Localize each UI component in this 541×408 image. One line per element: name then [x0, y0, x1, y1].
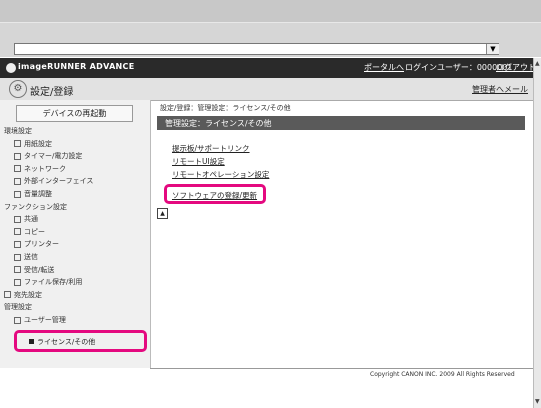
settings-gear-icon: ⚙ [9, 80, 27, 98]
sidebar-bullet-icon [14, 278, 21, 286]
sidebar-item[interactable]: タイマー/電力設定 [14, 151, 82, 161]
logout-link[interactable]: ログアウト [496, 62, 536, 73]
sidebar-item[interactable]: ファンクション設定 [4, 202, 67, 212]
window-titlebar [0, 0, 541, 22]
sidebar-item[interactable]: 管理設定 [4, 302, 32, 312]
portal-link[interactable]: ポータルへ [364, 62, 404, 73]
page-header [0, 78, 533, 101]
sidebar-bullet-icon [14, 316, 21, 324]
breadcrumb: 設定/登録：管理設定：ライセンス/その他 [160, 104, 291, 112]
sidebar-item[interactable]: 宛先設定 [4, 290, 42, 300]
copyright-text: Copyright CANON INC. 2009 All Rights Res… [370, 371, 515, 378]
sidebar-item[interactable]: 外部インターフェイス [14, 176, 93, 186]
restart-device-button[interactable]: デバイスの再起動 [16, 105, 133, 122]
footer-divider [150, 368, 533, 369]
vertical-scrollbar[interactable] [533, 58, 541, 408]
selected-bullet-icon [29, 339, 34, 344]
link-remote-operation-settings[interactable]: リモートオペレーション設定 [172, 169, 269, 180]
sidebar-item-label: 音量調整 [24, 190, 52, 198]
sidebar-item-label: ファンクション設定 [4, 202, 67, 211]
sidebar-item[interactable]: 受信/転送 [14, 265, 54, 275]
mail-admin-link[interactable]: 管理者へメール [472, 84, 528, 95]
sidebar-bullet-icon [14, 228, 21, 236]
scroll-down-icon[interactable]: ▼ [535, 398, 540, 405]
scroll-up-icon[interactable]: ▲ [535, 60, 540, 67]
sidebar-item[interactable]: 用紙設定 [14, 139, 52, 149]
sidebar-bullet-icon [14, 266, 21, 274]
sidebar-item-label: ネットワーク [24, 164, 66, 173]
sidebar-bullet-icon [14, 190, 21, 198]
sidebar-bullet-icon [14, 177, 21, 185]
address-dropdown-icon[interactable]: ▼ [486, 44, 499, 54]
sidebar-bullet-icon [14, 215, 21, 223]
sidebar-bullet-icon [4, 291, 11, 299]
sidebar-item-label: 外部インターフェイス [24, 177, 94, 186]
brand-logo-icon [6, 63, 16, 73]
sidebar-item-label: ユーザー管理 [24, 316, 66, 324]
sidebar-item-label: 共通 [24, 215, 38, 224]
sidebar-item-label: 宛先設定 [14, 290, 42, 299]
sidebar-item[interactable]: 送信 [14, 252, 38, 262]
sidebar-bullet-icon [14, 253, 21, 261]
sidebar-bullet-icon [14, 165, 21, 173]
software-link-highlight [164, 184, 266, 204]
sidebar-item[interactable]: 環境設定 [4, 126, 32, 136]
sidebar-bullet-icon [14, 240, 21, 248]
sidebar-item-label: タイマー/電力設定 [24, 152, 83, 161]
sidebar-item-label: コピー [24, 227, 45, 236]
section-title: 管理設定：ライセンス/その他 [165, 119, 272, 128]
link-remote-ui-settings[interactable]: リモートUI設定 [172, 156, 225, 167]
sidebar-item-label: 用紙設定 [24, 139, 52, 148]
sidebar-item[interactable]: 共通 [14, 214, 38, 224]
sidebar-bullet-icon [14, 152, 21, 160]
link-notice-board-support[interactable]: 提示板/サポートリンク [172, 143, 250, 154]
sidebar-item[interactable]: プリンター [14, 239, 59, 249]
sidebar-item-label: プリンター [24, 240, 59, 249]
sidebar-item-label: 送信 [24, 253, 38, 261]
address-bar[interactable] [14, 43, 499, 55]
sidebar-item[interactable]: コピー [14, 227, 45, 237]
sidebar-item[interactable]: ネットワーク [14, 164, 66, 174]
sidebar-item-label: 受信/転送 [24, 265, 55, 274]
page-title: 設定/登録 [30, 87, 74, 98]
sidebar-item-label: 管理設定 [4, 303, 32, 312]
page-top-icon[interactable]: ▲ [157, 208, 168, 219]
sidebar-bullet-icon [14, 140, 21, 148]
sidebar-item[interactable]: 音量調整 [14, 189, 52, 199]
sidebar-item[interactable]: ユーザー管理 [14, 315, 66, 325]
brand-name: imageRUNNER ADVANCE [18, 62, 135, 71]
sidebar-item-label: 環境設定 [4, 127, 32, 135]
sidebar-item-license-other[interactable]: ライセンス/その他 [37, 337, 95, 347]
sidebar-item[interactable]: ファイル保存/利用 [14, 277, 82, 287]
sidebar-item-label: ファイル保存/利用 [24, 278, 83, 287]
